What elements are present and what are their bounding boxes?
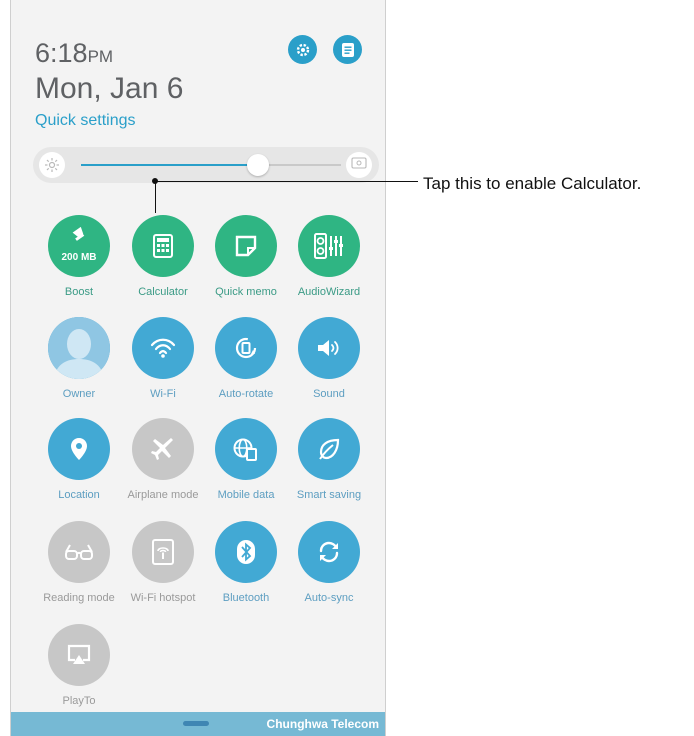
- tile-smart-saving[interactable]: Smart saving: [287, 418, 371, 501]
- gear-icon: [296, 43, 309, 56]
- tile-label: AudioWizard: [297, 286, 361, 298]
- status-footer: Chunghwa Telecom: [11, 712, 385, 736]
- tile-sound[interactable]: Sound: [287, 317, 371, 400]
- tile-label: Quick memo: [215, 286, 277, 298]
- tile-boost[interactable]: 200 MB Boost: [37, 215, 121, 298]
- settings-button[interactable]: [288, 35, 317, 64]
- airplane-button[interactable]: [132, 418, 194, 480]
- speaker-button[interactable]: [298, 317, 360, 379]
- callout-leader-horizontal: [155, 181, 418, 182]
- hotspot-icon: [151, 539, 175, 565]
- tile-mobile-data[interactable]: Mobile data: [204, 418, 288, 501]
- audio-wizard-icon: [314, 233, 344, 259]
- cast-button[interactable]: [48, 624, 110, 686]
- tile-playto[interactable]: PlayTo: [37, 624, 121, 707]
- calculator-button[interactable]: [132, 215, 194, 277]
- brightness-fill: [81, 164, 258, 166]
- tile-wi-fi[interactable]: Wi-Fi: [121, 317, 205, 400]
- date-text: Mon, Jan 6: [35, 72, 184, 105]
- carrier-name: Chunghwa Telecom: [266, 717, 379, 731]
- tile-label: Bluetooth: [222, 592, 270, 604]
- airplane-icon: [150, 436, 176, 462]
- sync-icon: [316, 540, 342, 564]
- tile-label: Smart saving: [296, 489, 362, 501]
- cast-icon: [67, 644, 91, 666]
- drag-handle[interactable]: [183, 721, 209, 726]
- notes-button[interactable]: [333, 35, 362, 64]
- wifi-button[interactable]: [132, 317, 194, 379]
- mobile-data-icon: [233, 437, 259, 461]
- speaker-icon: [316, 337, 342, 359]
- tile-label: Mobile data: [217, 489, 275, 501]
- memo-button[interactable]: [215, 215, 277, 277]
- glasses-button[interactable]: [48, 521, 110, 583]
- tile-bluetooth[interactable]: Bluetooth: [204, 521, 288, 604]
- boost-memory-badge: 200 MB: [61, 252, 97, 263]
- leaf-icon: [317, 437, 341, 461]
- rotate-button[interactable]: [215, 317, 277, 379]
- quick-settings-panel: 6:18PM Mon, Jan 6 Quick settings 200 MB …: [10, 0, 386, 736]
- callout-dot: [152, 178, 158, 184]
- auto-brightness-button[interactable]: [346, 152, 372, 178]
- tile-label: Auto-rotate: [218, 388, 274, 400]
- quick-settings-link[interactable]: Quick settings: [35, 112, 135, 130]
- callout-text: Tap this to enable Calculator.: [423, 174, 642, 193]
- wifi-icon: [150, 337, 176, 359]
- tile-label: Owner: [62, 388, 96, 400]
- leaf-button[interactable]: [298, 418, 360, 480]
- calculator-icon: [153, 234, 173, 258]
- tile-label: Airplane mode: [127, 489, 199, 501]
- tile-wi-fi-hotspot[interactable]: Wi-Fi hotspot: [121, 521, 205, 604]
- tile-label: Reading mode: [43, 592, 115, 604]
- list-icon: [341, 42, 354, 57]
- tile-label: Calculator: [138, 286, 188, 298]
- tile-label: Boost: [64, 286, 94, 298]
- hotspot-button[interactable]: [132, 521, 194, 583]
- memo-icon: [235, 235, 257, 257]
- broom-icon: [66, 227, 92, 249]
- bluetooth-icon: [235, 539, 257, 565]
- time-ampm: PM: [87, 47, 114, 66]
- brightness-bar: [33, 147, 379, 183]
- callout-leader-vertical: [155, 181, 156, 213]
- tile-label: Wi-Fi: [150, 388, 176, 400]
- location-pin-icon: [70, 437, 88, 461]
- sync-button[interactable]: [298, 521, 360, 583]
- avatar-button[interactable]: [48, 317, 110, 379]
- rotate-icon: [234, 336, 258, 360]
- brightness-low-icon: [39, 152, 65, 178]
- tile-calculator[interactable]: Calculator: [121, 215, 205, 298]
- clock-time: 6:18PM: [35, 38, 113, 69]
- brightness-slider-thumb[interactable]: [246, 154, 269, 176]
- tile-label: Sound: [313, 388, 345, 400]
- audio-wizard-button[interactable]: [298, 215, 360, 277]
- tile-label: Location: [58, 489, 100, 501]
- tile-auto-rotate[interactable]: Auto-rotate: [204, 317, 288, 400]
- location-pin-button[interactable]: [48, 418, 110, 480]
- bluetooth-button[interactable]: [215, 521, 277, 583]
- tile-label: PlayTo: [62, 695, 96, 707]
- glasses-icon: [64, 543, 94, 561]
- time-value: 6:18: [35, 38, 88, 68]
- tile-label: Auto-sync: [304, 592, 354, 604]
- tile-location[interactable]: Location: [37, 418, 121, 501]
- tile-auto-sync[interactable]: Auto-sync: [287, 521, 371, 604]
- broom-button[interactable]: 200 MB: [48, 215, 110, 277]
- tile-label: Wi-Fi hotspot: [130, 592, 196, 604]
- mobile-data-button[interactable]: [215, 418, 277, 480]
- avatar-icon: [48, 317, 110, 379]
- tile-quick-memo[interactable]: Quick memo: [204, 215, 288, 298]
- tile-airplane-mode[interactable]: Airplane mode: [121, 418, 205, 501]
- tile-owner[interactable]: Owner: [37, 317, 121, 400]
- tile-audiowizard[interactable]: AudioWizard: [287, 215, 371, 298]
- tile-reading-mode[interactable]: Reading mode: [37, 521, 121, 604]
- brightness-track: [81, 164, 341, 166]
